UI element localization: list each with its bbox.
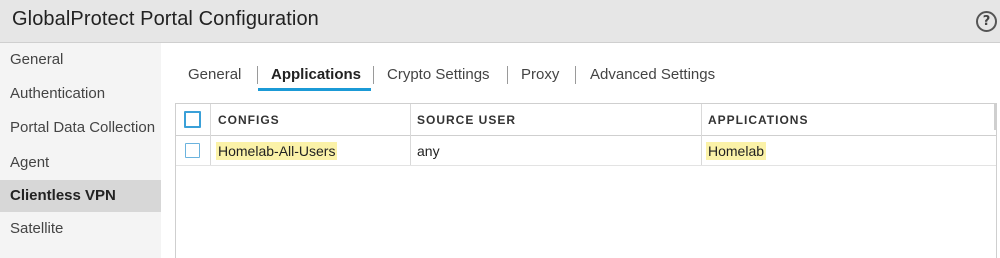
sidebar-item-clientless-vpn[interactable]: Clientless VPN [0, 180, 161, 212]
row-checkbox[interactable] [185, 143, 200, 158]
tab-applications[interactable]: Applications [271, 64, 361, 90]
sidebar-item-portal-data-collection[interactable]: Portal Data Collection [0, 112, 161, 144]
tab-separator [257, 66, 258, 84]
tab-proxy[interactable]: Proxy [521, 64, 559, 90]
active-tab-indicator [258, 88, 371, 91]
column-header-applications[interactable]: APPLICATIONS [708, 113, 808, 127]
help-icon[interactable]: ? [976, 11, 997, 32]
column-header-source-user[interactable]: SOURCE USER [417, 113, 516, 127]
tab-separator [373, 66, 374, 84]
dialog-title: GlobalProtect Portal Configuration [12, 8, 319, 30]
tab-general[interactable]: General [188, 64, 241, 90]
cell-applications: Homelab [706, 142, 767, 160]
tab-advanced-settings[interactable]: Advanced Settings [590, 64, 715, 90]
tab-crypto-settings[interactable]: Crypto Settings [387, 64, 490, 90]
sidebar-item-satellite[interactable]: Satellite [0, 213, 161, 245]
cell-configs[interactable]: Homelab-All-Users [216, 142, 338, 160]
table-header: CONFIGS SOURCE USER APPLICATIONS [176, 104, 996, 136]
tab-separator [575, 66, 576, 84]
scrollbar[interactable] [994, 104, 997, 130]
applications-table: CONFIGS SOURCE USER APPLICATIONS Homelab… [175, 103, 997, 258]
table-row[interactable]: Homelab-All-Users any Homelab [176, 136, 996, 166]
sidebar-item-general[interactable]: General [0, 44, 161, 76]
sidebar-item-authentication[interactable]: Authentication [0, 78, 161, 110]
cell-source-user: any [417, 143, 440, 159]
sidebar-item-agent[interactable]: Agent [0, 147, 161, 179]
tab-separator [507, 66, 508, 84]
select-all-checkbox[interactable] [184, 111, 201, 128]
search-highlight: Homelab-All-Users [216, 142, 338, 160]
sidebar: General Authentication Portal Data Colle… [0, 43, 161, 258]
search-highlight: Homelab [706, 142, 767, 160]
column-header-configs[interactable]: CONFIGS [218, 113, 280, 127]
title-bar: GlobalProtect Portal Configuration ? [0, 0, 1000, 43]
